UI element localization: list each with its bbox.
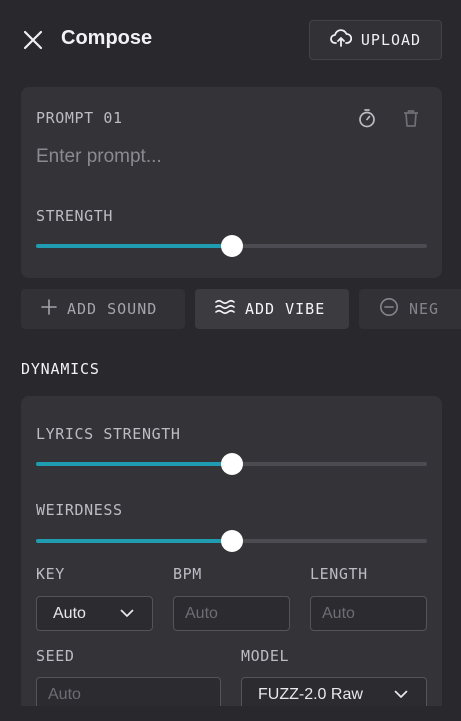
- strength-label: STRENGTH: [36, 207, 114, 225]
- page-title: Compose: [61, 27, 153, 49]
- strength-slider[interactable]: [36, 235, 427, 257]
- bpm-field[interactable]: [173, 596, 290, 631]
- negative-button[interactable]: NEG: [359, 289, 461, 329]
- chevron-down-icon: [394, 686, 408, 704]
- timer-icon[interactable]: [356, 107, 378, 129]
- weirdness-slider[interactable]: [36, 530, 427, 552]
- seed-label: SEED: [36, 647, 75, 665]
- upload-label: UPLOAD: [360, 31, 422, 49]
- slider-thumb[interactable]: [220, 235, 243, 257]
- prompt-input[interactable]: [36, 144, 416, 170]
- dynamics-card: LYRICS STRENGTH WEIRDNESS KEY BPM LENGTH…: [21, 396, 442, 721]
- key-label: KEY: [36, 565, 65, 583]
- length-input[interactable]: [311, 597, 426, 630]
- add-sound-button[interactable]: ADD SOUND: [21, 289, 185, 329]
- waves-icon: [215, 299, 235, 319]
- length-field[interactable]: [310, 596, 427, 631]
- length-label: LENGTH: [310, 565, 368, 583]
- plus-icon: [41, 299, 57, 319]
- key-select[interactable]: Auto: [36, 596, 153, 631]
- header: Compose UPLOAD: [0, 0, 461, 80]
- slider-fill: [36, 539, 232, 543]
- dynamics-title: DYNAMICS: [21, 360, 100, 378]
- slider-thumb[interactable]: [220, 453, 243, 475]
- add-sound-label: ADD SOUND: [67, 300, 158, 318]
- weirdness-label: WEIRDNESS: [36, 501, 123, 519]
- prompt-label: PROMPT 01: [36, 109, 123, 127]
- slider-fill: [36, 462, 232, 466]
- close-icon[interactable]: [22, 29, 44, 51]
- compose-panel: Compose UPLOAD PROMPT 01 STRENGTH ADD SO…: [0, 0, 461, 721]
- bpm-label: BPM: [173, 565, 202, 583]
- slider-fill: [36, 244, 232, 248]
- bottom-edge: [0, 706, 461, 721]
- add-vibe-label: ADD VIBE: [245, 300, 326, 318]
- key-value: Auto: [53, 604, 86, 622]
- cloud-upload-icon: [330, 28, 353, 52]
- trash-icon[interactable]: [400, 107, 422, 129]
- chevron-down-icon: [120, 605, 134, 623]
- model-value: FUZZ-2.0 Raw: [258, 685, 363, 703]
- minus-circle-icon: [379, 297, 399, 321]
- slider-thumb[interactable]: [220, 530, 243, 552]
- model-label: MODEL: [241, 647, 290, 665]
- add-vibe-button[interactable]: ADD VIBE: [195, 289, 349, 329]
- prompt-card: PROMPT 01 STRENGTH: [21, 87, 442, 278]
- upload-button[interactable]: UPLOAD: [309, 20, 442, 60]
- lyrics-strength-slider[interactable]: [36, 453, 427, 475]
- bpm-input[interactable]: [174, 597, 289, 630]
- lyrics-strength-label: LYRICS STRENGTH: [36, 425, 181, 443]
- negative-label: NEG: [409, 300, 440, 318]
